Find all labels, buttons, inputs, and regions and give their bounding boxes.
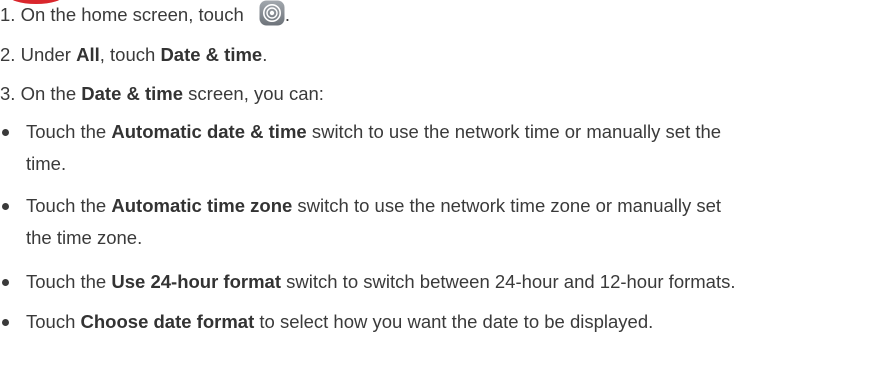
step-3-text: screen, you can: xyxy=(183,83,324,104)
bullet-text: Touch the xyxy=(26,121,112,142)
step-2-text: . xyxy=(262,44,268,65)
bullet-dot xyxy=(2,279,9,286)
step-2-bold-all: All xyxy=(76,44,100,65)
bullet-text: switch to switch between 24-hour and 12-… xyxy=(281,271,736,292)
step-3-bold-date-time: Date & time xyxy=(81,83,184,104)
bullet-text: Touch xyxy=(26,311,81,332)
step-3-text: On the xyxy=(20,83,82,104)
step-3-number: 3. xyxy=(0,83,16,104)
bullet-continuation: time. xyxy=(26,153,67,174)
bullet-item: Touch the Automatic time zone switch to … xyxy=(26,193,721,219)
bullet-dot xyxy=(2,203,9,210)
bullet-bold: Choose date format xyxy=(80,311,255,332)
bullet-bold: Automatic time zone xyxy=(111,195,293,216)
bullet-text: switch to use the network time or manual… xyxy=(306,121,722,142)
bullet-text: Touch the xyxy=(26,271,112,292)
step-2-number: 2. xyxy=(0,44,16,65)
step-3: 3. On the Date & time screen, you can: xyxy=(0,81,324,107)
bullet-continuation: the time zone. xyxy=(26,227,143,248)
bullet-text: Touch the xyxy=(26,195,112,216)
step-1-number: 1. xyxy=(0,4,16,25)
bullet-bold: Automatic date & time xyxy=(111,121,307,142)
bullet-bold: Use 24-hour format xyxy=(111,271,281,292)
step-2-text: , touch xyxy=(99,44,161,65)
step-2: 2. Under All, touch Date & time. xyxy=(0,42,267,68)
bullet-text: switch to use the network time zone or m… xyxy=(292,195,722,216)
bullet-dot xyxy=(2,319,9,326)
step-1-text: On the home screen, touch xyxy=(20,4,244,25)
step-2-bold-date-time: Date & time xyxy=(160,44,263,65)
bullet-item: Touch the Use 24-hour format switch to s… xyxy=(26,269,736,295)
bullet-text: to select how you want the date to be di… xyxy=(254,311,654,332)
step-1: 1. On the home screen, touch . xyxy=(0,0,291,29)
bullet-item: Touch the Automatic date & time switch t… xyxy=(26,119,721,145)
step-2-text: Under xyxy=(20,44,77,65)
bullet-item: Touch Choose date format to select how y… xyxy=(26,309,653,335)
step-1-period: . xyxy=(284,4,291,25)
settings-gear-icon xyxy=(259,0,285,26)
bullet-dot xyxy=(2,129,9,136)
